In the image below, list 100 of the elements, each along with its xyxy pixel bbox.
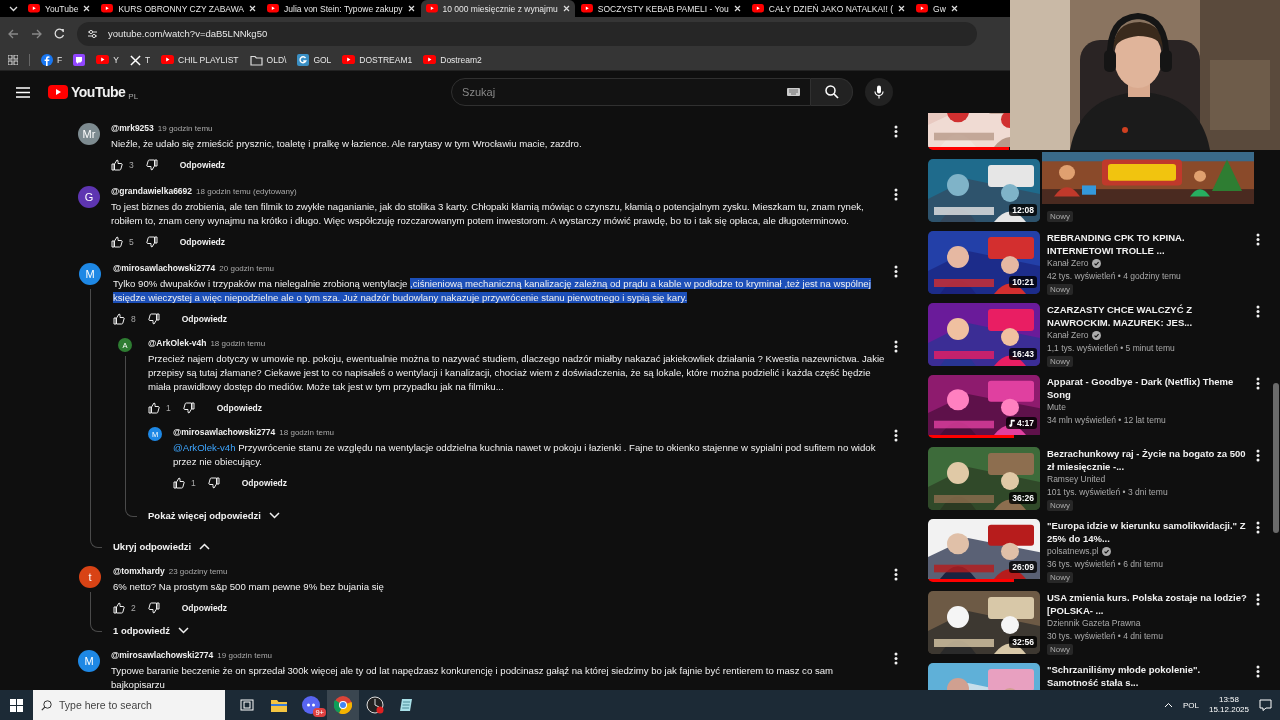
comment-author[interactable]: @mirosawlachowski2774 xyxy=(111,650,214,660)
bookmark[interactable]: DOSTREAM1 xyxy=(342,55,413,65)
replies-toggle[interactable]: 1 odpowiedź xyxy=(113,625,902,636)
dislike-icon[interactable] xyxy=(145,236,158,248)
more-icon[interactable] xyxy=(1256,305,1260,318)
more-icon[interactable] xyxy=(1256,665,1260,678)
more-icon[interactable] xyxy=(1256,593,1260,606)
search-button[interactable] xyxy=(811,78,854,106)
reply-button[interactable]: Odpowiedz xyxy=(179,160,226,170)
menu-icon[interactable] xyxy=(16,86,30,98)
more-icon[interactable] xyxy=(894,340,898,353)
comment-author[interactable]: @mirosawlachowski2774 xyxy=(173,427,276,437)
bookmark[interactable] xyxy=(73,54,86,66)
close-icon[interactable] xyxy=(249,5,257,12)
video-title[interactable]: "Schrzaniliśmy młode pokolenie". Samotność stała s... xyxy=(1047,663,1248,689)
taskbar-search-field[interactable]: Type here to search xyxy=(33,690,225,720)
channel-name[interactable]: Ramsey United xyxy=(1047,473,1106,486)
video-title[interactable]: Bezrachunkowy raj - Życie na bogato za 500 zł miesięcznie -... xyxy=(1047,447,1248,473)
close-icon[interactable] xyxy=(733,5,741,12)
dislike-icon[interactable] xyxy=(147,313,160,325)
scrollbar[interactable] xyxy=(1273,383,1279,533)
replies-toggle[interactable]: Pokaż więcej odpowiedzi xyxy=(148,510,902,521)
notification-icon[interactable] xyxy=(1259,699,1272,711)
more-icon[interactable] xyxy=(894,429,898,442)
video-title[interactable]: REBRANDING CPK TO KPINA. INTERNETOWI TROLLE ... xyxy=(1047,231,1248,257)
more-icon[interactable] xyxy=(1256,377,1260,390)
browser-tab[interactable]: 10 000 miesięcznie z wynajmu xyxy=(420,0,575,17)
like-icon[interactable] xyxy=(148,402,160,414)
like-icon[interactable] xyxy=(173,477,185,489)
bookmark[interactable]: GOL xyxy=(297,54,332,66)
channel-name[interactable]: Dziennik Gazeta Prawna xyxy=(1047,617,1141,630)
like-icon[interactable] xyxy=(113,313,125,325)
reply-button[interactable]: Odpowiedz xyxy=(241,478,288,488)
more-icon[interactable] xyxy=(894,188,898,201)
avatar[interactable]: Mr xyxy=(78,123,100,145)
more-icon[interactable] xyxy=(1256,449,1260,462)
channel-name[interactable]: Kanał Zero xyxy=(1047,257,1089,270)
close-icon[interactable] xyxy=(83,5,91,12)
search-field[interactable]: Szukaj xyxy=(452,79,811,105)
close-icon[interactable] xyxy=(407,5,415,12)
channel-name[interactable]: Kanał Zero xyxy=(1047,329,1089,342)
chevron-down-icon[interactable] xyxy=(8,5,18,12)
reply-button[interactable]: Odpowiedz xyxy=(181,603,228,613)
avatar[interactable]: t xyxy=(79,566,101,588)
avatar[interactable]: M xyxy=(79,263,101,285)
windows-icon[interactable] xyxy=(10,698,23,712)
address-bar[interactable]: youtube.com/watch?v=daB5LNNkg50 xyxy=(77,21,977,46)
more-icon[interactable] xyxy=(1256,233,1260,246)
replies-toggle[interactable]: Ukryj odpowiedzi xyxy=(113,541,902,552)
tune-icon[interactable] xyxy=(87,28,98,39)
keyboard-icon[interactable] xyxy=(787,88,801,96)
more-icon[interactable] xyxy=(894,265,898,278)
reload-icon[interactable] xyxy=(54,28,65,39)
comment-author[interactable]: @mirosawlachowski2774 xyxy=(113,263,216,273)
reply-button[interactable]: Odpowiedz xyxy=(179,237,226,247)
close-icon[interactable] xyxy=(950,5,958,12)
like-icon[interactable] xyxy=(111,236,123,248)
bookmark[interactable]: OLD\ xyxy=(249,54,287,66)
video-title[interactable]: "Europa idzie w kierunku samolikwidacji." Z 25% do 14%... xyxy=(1047,519,1248,545)
more-icon[interactable] xyxy=(1256,521,1260,534)
comment-author[interactable]: @tomxhardy xyxy=(113,566,165,576)
video-title[interactable]: Apparat - Goodbye - Dark (Netflix) Theme Song xyxy=(1047,375,1248,401)
apps-grid-icon[interactable] xyxy=(8,55,18,65)
language-indicator[interactable]: POL xyxy=(1182,700,1199,710)
like-icon[interactable] xyxy=(113,602,125,614)
close-icon[interactable] xyxy=(898,5,906,12)
bookmark[interactable]: Dostream2 xyxy=(423,55,482,65)
caret-up-icon[interactable] xyxy=(1163,702,1173,708)
bookmark[interactable]: CHIL PLAYLIST xyxy=(161,55,239,65)
back-icon[interactable] xyxy=(8,28,19,39)
reply-button[interactable]: Odpowiedz xyxy=(216,403,263,413)
channel-name[interactable]: Mute xyxy=(1047,401,1066,414)
mention-link[interactable]: @ArkOlek-v4h xyxy=(173,442,236,453)
dislike-icon[interactable] xyxy=(207,477,220,489)
close-icon[interactable] xyxy=(562,5,570,12)
bookmark[interactable]: T xyxy=(129,54,151,66)
dislike-icon[interactable] xyxy=(145,159,158,171)
avatar[interactable]: M xyxy=(78,650,100,672)
bookmark[interactable]: F xyxy=(41,54,63,66)
dislike-icon[interactable] xyxy=(147,602,160,614)
clock[interactable]: 13:58 15.12.2025 xyxy=(1208,695,1249,715)
like-icon[interactable] xyxy=(111,159,123,171)
video-title[interactable]: USA zmienia kurs. Polska zostaje na lodzie? [POLSKA- ... xyxy=(1047,591,1248,617)
avatar[interactable]: G xyxy=(78,186,100,208)
comment-author[interactable]: @mrk9253 xyxy=(111,123,154,133)
dislike-icon[interactable] xyxy=(182,402,195,414)
channel-name[interactable]: polsatnews.pl xyxy=(1047,545,1099,558)
duration-badge: 36:26 xyxy=(1009,492,1037,504)
bookmark[interactable]: Y xyxy=(96,55,119,65)
microphone-button[interactable] xyxy=(865,78,894,106)
more-icon[interactable] xyxy=(894,568,898,581)
more-icon[interactable] xyxy=(894,125,898,138)
comment-author[interactable]: @grandawielka6692 xyxy=(111,186,193,196)
taskbar-app[interactable] xyxy=(327,690,359,720)
logo-text[interactable]: YouTube xyxy=(71,84,126,100)
reply-button[interactable]: Odpowiedz xyxy=(181,314,228,324)
video-title[interactable]: CZARZASTY CHCE WALCZYĆ Z NAWROCKIM. MAZUREK: JES... xyxy=(1047,303,1248,329)
forward-icon[interactable] xyxy=(31,28,42,39)
more-icon[interactable] xyxy=(894,652,898,665)
comment-author[interactable]: @ArkOlek-v4h xyxy=(148,338,207,348)
